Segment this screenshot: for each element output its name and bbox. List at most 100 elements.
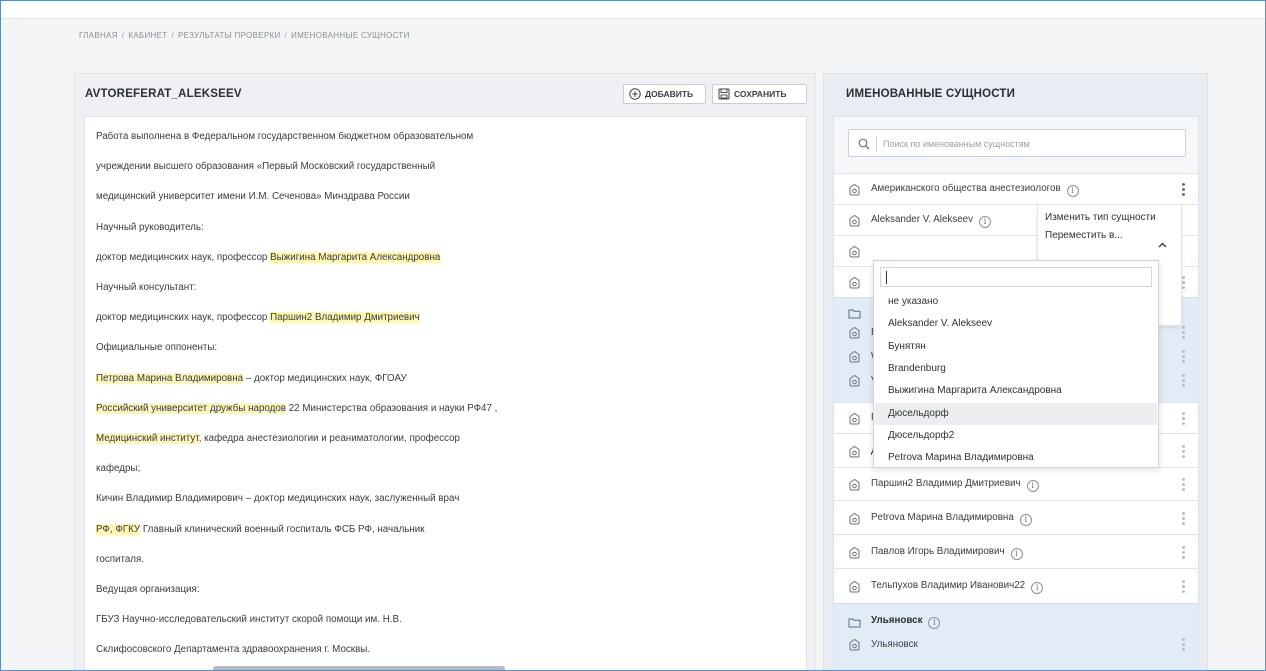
entity-tag-icon <box>848 580 861 598</box>
named-entity-highlight[interactable]: Петрова Марина Владимировна <box>96 372 244 384</box>
info-icon[interactable]: i <box>1066 185 1079 197</box>
search-divider <box>876 136 877 152</box>
named-entity-highlight[interactable]: Российский университет дружбы народов <box>96 402 287 414</box>
entity-tag-icon <box>848 546 861 564</box>
chevron-up-icon[interactable] <box>1158 235 1167 253</box>
more-menu-icon[interactable] <box>1182 580 1186 594</box>
folder-icon <box>848 615 861 633</box>
named-entity-highlight[interactable]: Паршин2 Владимир Дмитриевич <box>270 312 420 324</box>
entity-tag-icon <box>848 374 861 392</box>
document-text: кафедры; <box>96 463 141 475</box>
entity-row[interactable]: Павлов Игорь Владимирович i <box>834 534 1198 568</box>
info-icon[interactable]: i <box>1031 582 1044 594</box>
app-window: ГЛАВНАЯ / КАБИНЕТ / РЕЗУЛЬТАТЫ ПРОВЕРКИ … <box>0 0 1266 671</box>
entity-folder[interactable]: Ульяновск i Ульяновск <box>834 603 1198 670</box>
more-menu-icon[interactable] <box>1182 512 1186 526</box>
more-menu-icon[interactable] <box>1182 326 1186 340</box>
dropdown-option[interactable]: Brandenburg <box>875 358 1157 380</box>
dropdown-option[interactable]: Petrova Марина Владимировна <box>875 447 1157 469</box>
entity-tag-icon <box>848 214 861 232</box>
menu-item-move-to[interactable]: Переместить в... <box>1045 230 1123 241</box>
info-icon[interactable]: i <box>928 617 941 629</box>
info-icon[interactable]: i <box>1010 548 1023 560</box>
document-line: ГБУЗ Научно-исследовательский институт с… <box>96 614 402 625</box>
info-icon[interactable]: i <box>1026 480 1039 492</box>
more-menu-icon[interactable] <box>1182 546 1186 560</box>
move-to-filter-input[interactable] <box>880 267 1152 287</box>
entity-row[interactable]: Petrova Марина Владимировна i <box>834 500 1198 534</box>
entity-tag-icon <box>848 512 861 530</box>
document-text: , кафедра анестезиологии и реаниматологи… <box>198 433 460 444</box>
named-entity-highlight[interactable]: РФ, ФГКУ <box>96 523 141 535</box>
more-menu-icon[interactable] <box>1182 183 1186 197</box>
document-line: доктор медицинских наук, профессор Парши… <box>96 312 420 324</box>
document-line: РФ, ФГКУ Главный клинический военный гос… <box>96 523 425 535</box>
dropdown-option[interactable]: Дюсельдорф2 <box>875 425 1157 447</box>
document-line: Ведущая организация: <box>96 584 200 595</box>
document-line: Российский университет дружбы народов 22… <box>96 402 497 414</box>
more-menu-icon[interactable] <box>1182 374 1186 388</box>
entity-tag-icon <box>848 245 861 263</box>
more-menu-icon[interactable] <box>1182 412 1186 426</box>
entities-title: ИМЕНОВАННЫЕ СУЩНОСТИ <box>846 88 1016 100</box>
breadcrumb-home[interactable]: ГЛАВНАЯ <box>79 31 118 40</box>
dropdown-option[interactable]: Aleksander V. Alekseev <box>875 313 1157 335</box>
save-button[interactable]: СОХРАНИТЬ <box>712 84 807 104</box>
document-line: Научный руководитель: <box>96 222 204 233</box>
info-icon[interactable]: i <box>1019 514 1032 526</box>
document-text-area[interactable]: Работа выполнена в Федеральном государст… <box>84 116 807 670</box>
document-line: доктор медицинских наук, профессор Выжиг… <box>96 251 441 263</box>
document-line: Кичин Владимир Владимирович – доктор мед… <box>96 493 459 504</box>
entity-tag-icon <box>848 326 861 344</box>
document-text: госпиталя. <box>96 553 145 565</box>
document-line: кафедры; <box>96 463 140 474</box>
info-icon[interactable]: i <box>979 216 992 228</box>
entity-row[interactable]: Паршин2 Владимир Дмитриевич i <box>834 467 1198 500</box>
breadcrumb-results[interactable]: РЕЗУЛЬТАТЫ ПРОВЕРКИ <box>178 31 281 40</box>
entity-tag-icon <box>848 445 861 463</box>
dropdown-option[interactable]: Дюсельдорф <box>875 402 1157 425</box>
dropdown-option[interactable]: не указано <box>875 291 1157 313</box>
save-icon <box>718 88 730 100</box>
entity-tag-icon <box>848 276 861 294</box>
named-entity-highlight[interactable]: Медицинский институт <box>96 433 199 444</box>
entity-label: Павлов Игорь Владимирович i <box>871 546 1023 560</box>
breadcrumb: ГЛАВНАЯ / КАБИНЕТ / РЕЗУЛЬТАТЫ ПРОВЕРКИ … <box>79 31 410 40</box>
horizontal-scrollbar[interactable] <box>213 666 505 670</box>
entity-search-input[interactable] <box>883 135 1173 153</box>
folder-child-row[interactable]: Ульяновск <box>834 634 1198 656</box>
more-menu-icon[interactable] <box>1182 445 1186 459</box>
add-button[interactable]: ДОБАВИТЬ <box>623 84 706 104</box>
entity-tag-icon <box>848 183 861 201</box>
document-text: Работа выполнена в Федеральном государст… <box>96 131 474 142</box>
entity-row[interactable]: Тельпухов Владимир Иванович22 i <box>834 568 1198 603</box>
more-menu-icon[interactable] <box>1182 276 1186 290</box>
document-text: доктор медицинских наук, профессор <box>96 251 271 263</box>
document-line: Официальные оппоненты: <box>96 342 217 353</box>
document-text: Научный руководитель: <box>96 221 204 233</box>
breadcrumb-cabinet[interactable]: КАБИНЕТ <box>128 31 167 40</box>
entity-row[interactable]: Американского общества анестезиологов i <box>834 173 1198 204</box>
more-menu-icon[interactable] <box>1182 478 1186 492</box>
entity-tag-icon <box>848 638 861 656</box>
entity-tag-icon <box>848 478 861 496</box>
document-text: Склифосовского Департамента здравоохране… <box>96 644 371 656</box>
more-menu-icon[interactable] <box>1182 350 1186 364</box>
document-line: Медицинский институт, кафедра анестезиол… <box>96 433 460 444</box>
named-entity-highlight[interactable]: Выжигина Маргарита Александровна <box>270 251 441 263</box>
dropdown-option[interactable]: Бунятян <box>875 336 1157 358</box>
entity-label: Паршин2 Владимир Дмитриевич i <box>871 478 1039 492</box>
entity-label: Тельпухов Владимир Иванович22 i <box>871 580 1044 594</box>
plus-circle-icon <box>629 88 641 100</box>
text-caret <box>886 271 887 284</box>
menu-item-change-type[interactable]: Изменить тип сущности <box>1045 212 1156 223</box>
entity-search <box>848 129 1186 157</box>
dropdown-option[interactable]: Выжигина Маргарита Александровна <box>875 380 1157 402</box>
entity-label: Aleksander V. Alekseev i <box>871 214 992 228</box>
more-menu-icon[interactable] <box>1182 638 1186 652</box>
document-line: госпиталя. <box>96 554 144 565</box>
document-line: Работа выполнена в Федеральном государст… <box>96 131 473 142</box>
document-text: – доктор медицинских наук, ФГОАУ <box>243 372 407 384</box>
document-text: учреждении высшего образования «Первый М… <box>96 161 436 173</box>
search-icon <box>858 137 870 155</box>
